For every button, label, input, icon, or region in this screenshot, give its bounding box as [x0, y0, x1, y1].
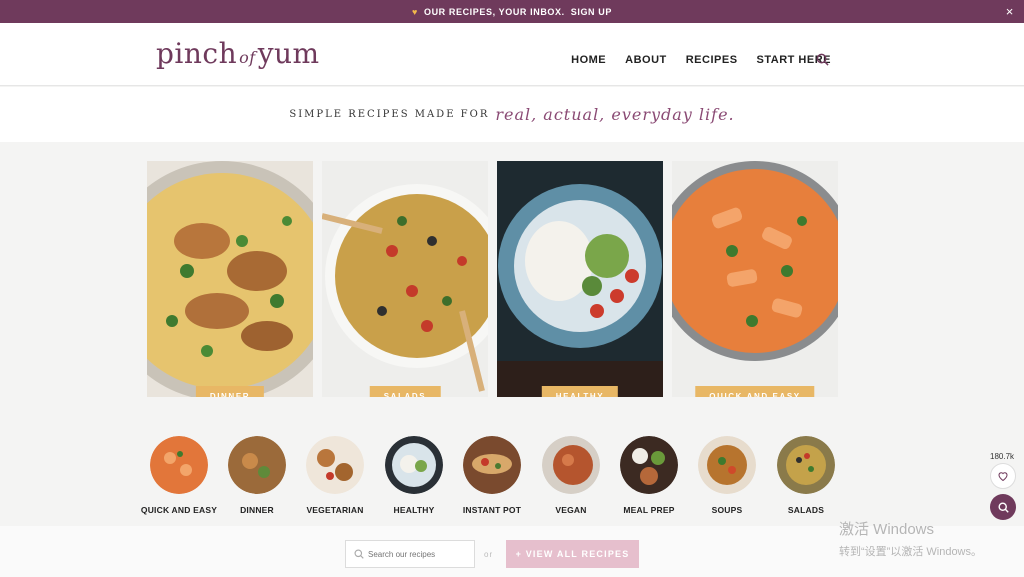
category-label: VEGETARIAN	[306, 505, 364, 515]
floating-search-button[interactable]	[990, 494, 1016, 520]
category-image	[306, 436, 364, 494]
logo-text-yum: yum	[257, 37, 320, 70]
card-label: QUICK AND EASY	[695, 386, 815, 397]
salads-photo	[322, 161, 488, 397]
watermark-subtitle: 转到“设置”以激活 Windows。	[839, 546, 983, 558]
category-dinner[interactable]: DINNER	[217, 436, 297, 515]
search-icon	[354, 549, 364, 559]
search-icon[interactable]	[816, 53, 829, 66]
category-image	[698, 436, 756, 494]
category-label: VEGAN	[555, 505, 587, 515]
healthy-photo	[497, 161, 663, 397]
main-nav: HOME ABOUT RECIPES START HERE	[571, 54, 831, 66]
category-meal-prep[interactable]: MEAL PREP	[609, 436, 689, 515]
card-label: HEALTHY	[541, 386, 619, 397]
category-label: MEAL PREP	[623, 505, 675, 515]
category-healthy[interactable]: HEALTHY	[374, 436, 454, 515]
featured-card-dinner[interactable]: DINNER	[147, 161, 313, 397]
category-instant-pot[interactable]: INSTANT POT	[452, 436, 532, 515]
category-soups[interactable]: SOUPS	[687, 436, 767, 515]
tagline-script: real, actual, everyday life.	[495, 105, 735, 124]
nav-about[interactable]: ABOUT	[625, 54, 667, 66]
featured-card-salads[interactable]: SALADS	[322, 161, 488, 397]
category-label: INSTANT POT	[462, 505, 522, 515]
nav-home[interactable]: HOME	[571, 54, 606, 66]
watermark-title: 激活 Windows	[839, 521, 935, 538]
heart-outline-icon	[998, 472, 1008, 482]
category-label: DINNER	[240, 505, 274, 515]
logo-text-pinch: pinch	[156, 37, 238, 70]
tagline-text: SIMPLE RECIPES MADE FOR	[289, 109, 490, 120]
category-image	[620, 436, 678, 494]
windows-activation-watermark: 激活 Windows 转到“设置”以激活 Windows。	[839, 518, 982, 559]
favorites-button[interactable]	[990, 463, 1016, 489]
category-image	[228, 436, 286, 494]
tagline-bar: SIMPLE RECIPES MADE FOR real, actual, ev…	[0, 87, 1024, 142]
recipe-search-field[interactable]	[345, 540, 475, 568]
card-label: SALADS	[369, 386, 441, 397]
category-image	[542, 436, 600, 494]
dinner-photo	[147, 161, 313, 397]
category-salads[interactable]: SALADS	[766, 436, 846, 515]
close-icon[interactable]: ×	[1006, 4, 1014, 19]
category-vegan[interactable]: VEGAN	[531, 436, 611, 515]
featured-card-quick-and-easy[interactable]: QUICK AND EASY	[672, 161, 838, 397]
category-quick-and-easy[interactable]: QUICK AND EASY	[139, 436, 219, 515]
signup-link[interactable]: SIGN UP	[571, 7, 612, 17]
category-label: SOUPS	[711, 505, 743, 515]
card-label: DINNER	[195, 386, 265, 397]
promo-text: OUR RECIPES, YOUR INBOX.	[423, 6, 565, 17]
category-label: HEALTHY	[393, 505, 435, 515]
category-image	[385, 436, 443, 494]
category-vegetarian[interactable]: VEGETARIAN	[295, 436, 375, 515]
logo-text-of: of	[239, 48, 256, 67]
category-image	[463, 436, 521, 494]
featured-card-healthy[interactable]: HEALTHY	[497, 161, 663, 397]
site-logo[interactable]: pinch ofyum	[156, 37, 320, 70]
category-image	[777, 436, 835, 494]
promo-bar: ♥ OUR RECIPES, YOUR INBOX. SIGN UP ×	[0, 0, 1024, 23]
category-label: QUICK AND EASY	[140, 505, 218, 515]
or-text: or	[484, 550, 494, 559]
category-image	[150, 436, 208, 494]
nav-recipes[interactable]: RECIPES	[686, 54, 738, 66]
category-label: SALADS	[787, 505, 825, 515]
quick-easy-photo	[672, 161, 838, 397]
view-all-recipes-button[interactable]: + VIEW ALL RECIPES	[506, 540, 639, 568]
favorites-count: 180.7k	[990, 452, 1015, 461]
heart-icon: ♥	[412, 6, 418, 17]
recipe-search-input[interactable]	[368, 549, 468, 559]
search-icon	[997, 501, 1009, 513]
site-header: pinch ofyum HOME ABOUT RECIPES START HERE	[0, 23, 1024, 86]
